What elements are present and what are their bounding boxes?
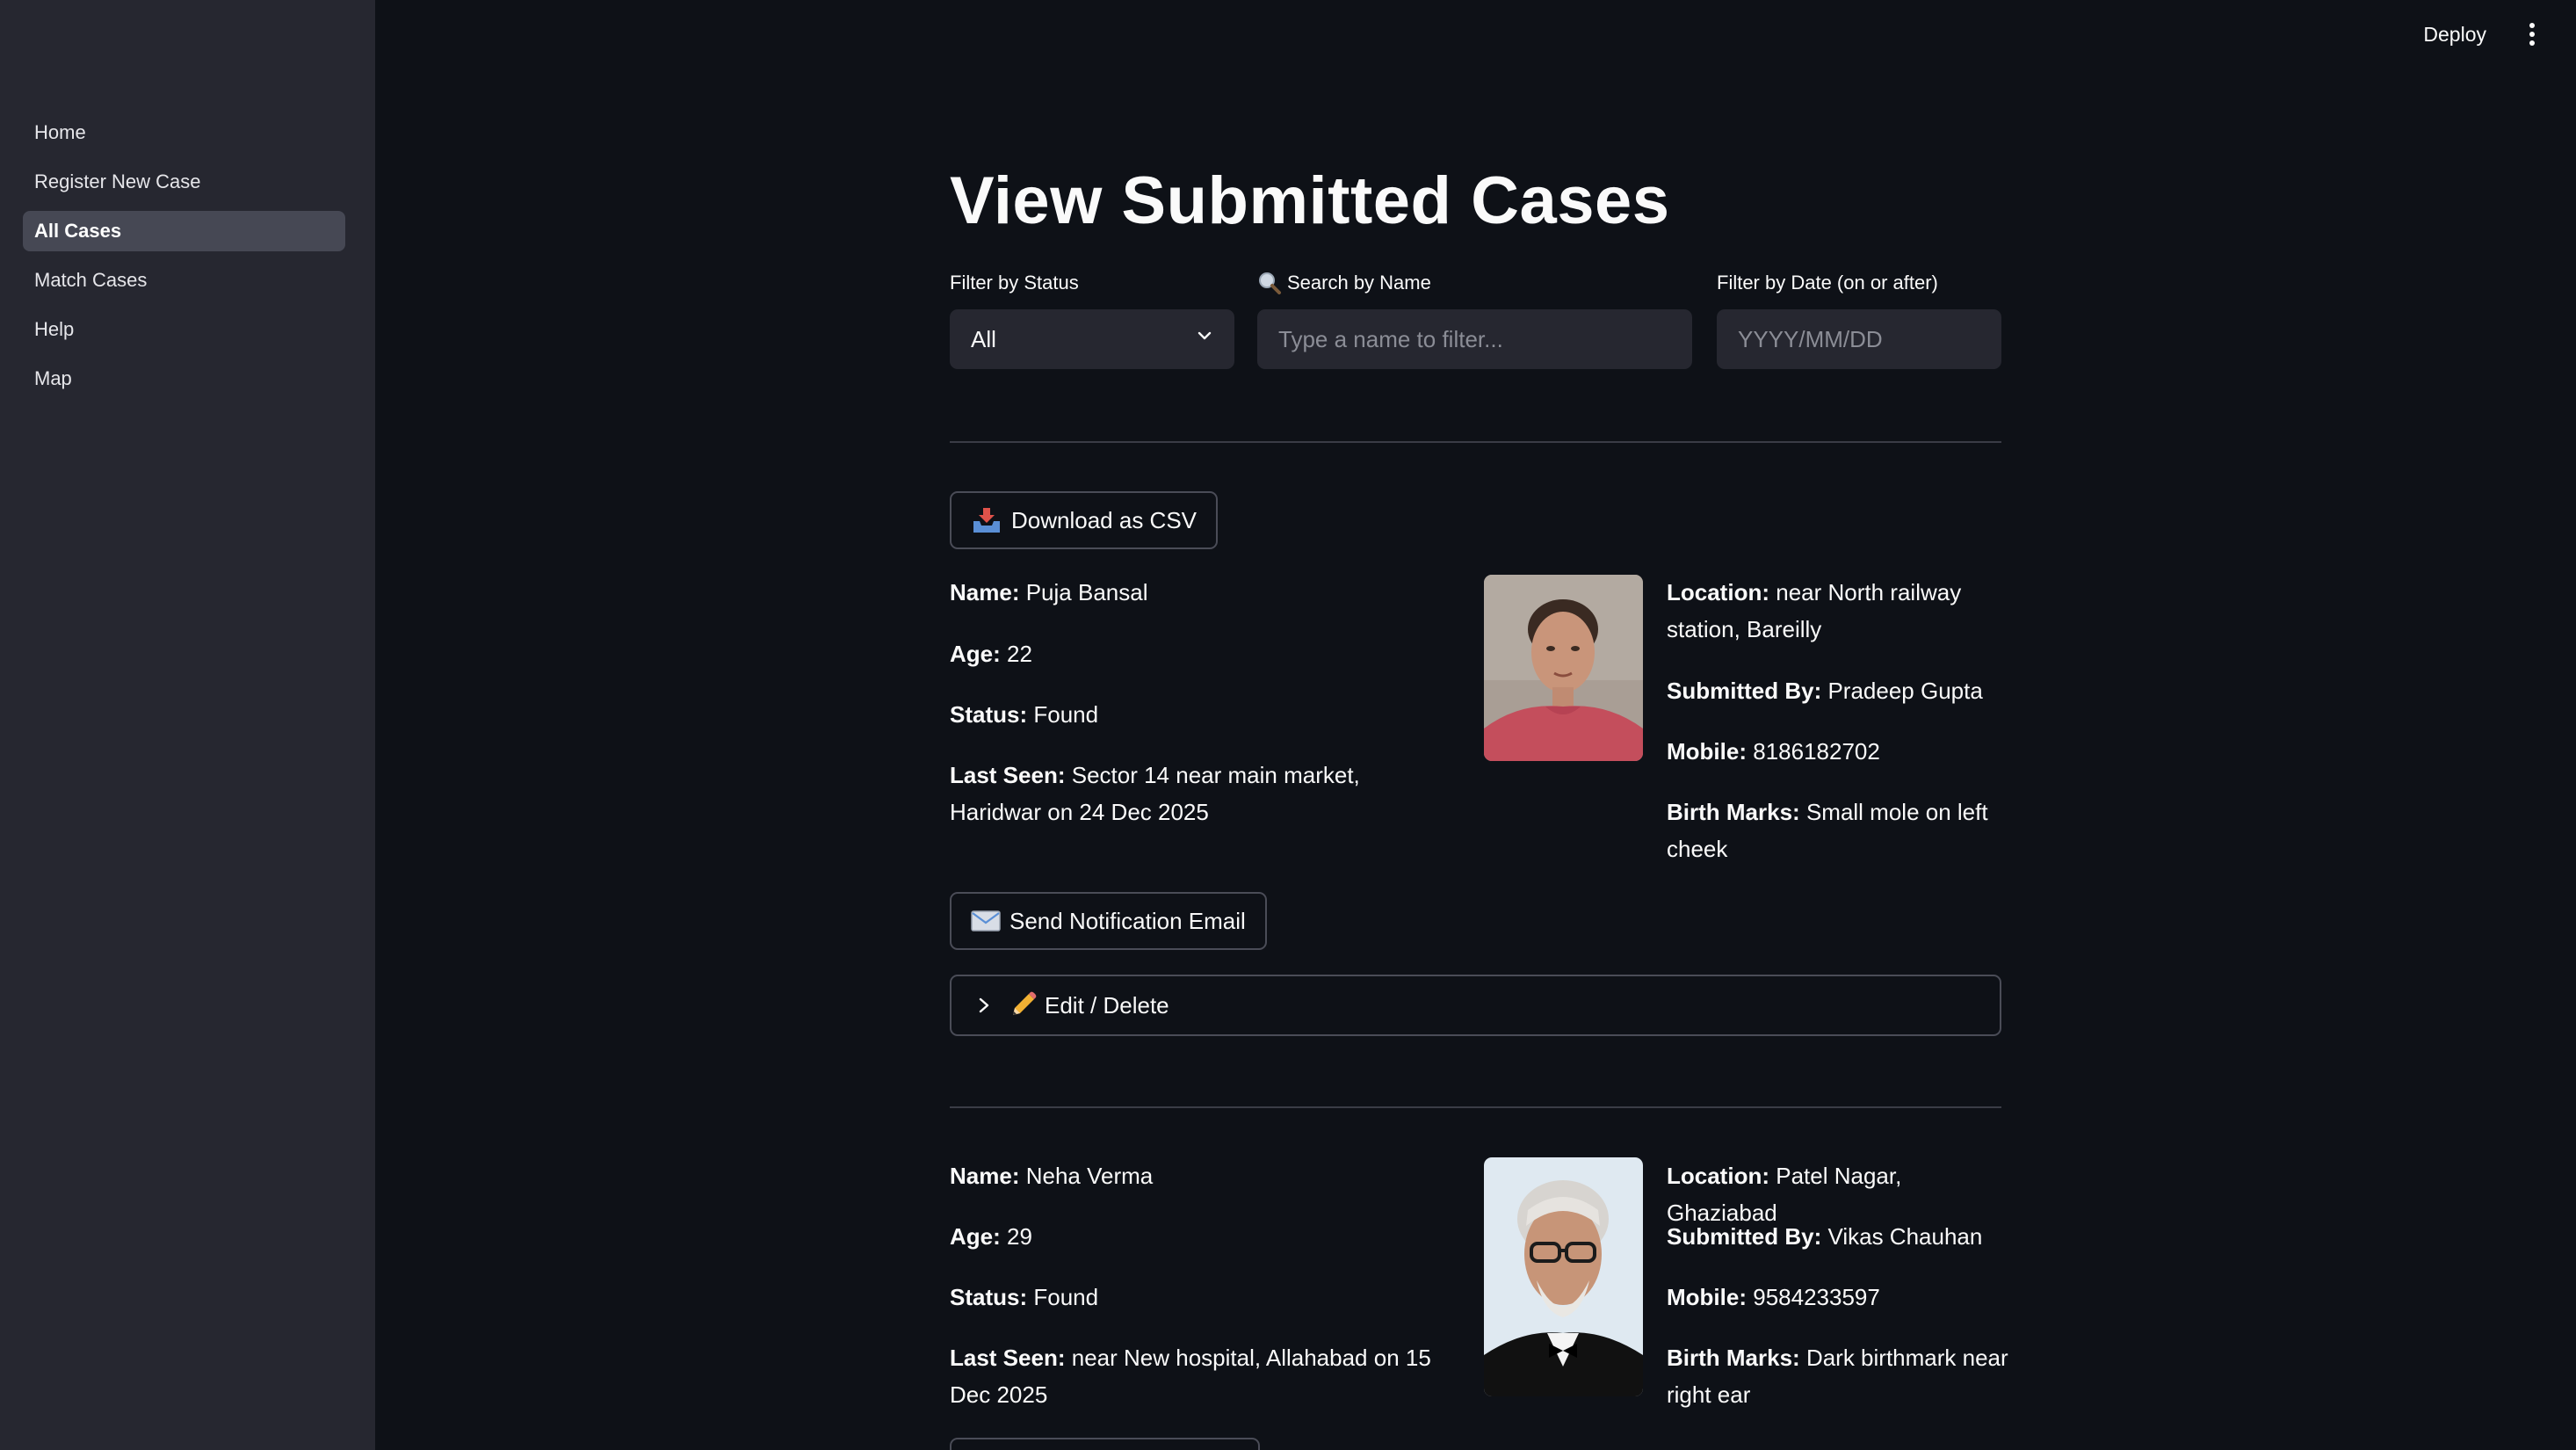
divider bbox=[950, 441, 2001, 443]
status-filter-label: Filter by Status bbox=[950, 272, 1079, 294]
edit-delete-expander[interactable]: Edit / Delete bbox=[950, 975, 2001, 1036]
page-title: View Submitted Cases bbox=[950, 163, 1670, 238]
chevron-right-icon bbox=[979, 997, 989, 1013]
case-age: Age: 29 bbox=[950, 1223, 1032, 1250]
case-name: Name: Puja Bansal bbox=[950, 579, 1148, 605]
case-submitted-by: Submitted By: Pradeep Gupta bbox=[1667, 678, 1983, 704]
sidebar-item-map[interactable]: Map bbox=[23, 359, 345, 399]
date-filter-input[interactable] bbox=[1738, 325, 1980, 353]
case-birth-marks: Birth Marks: Small mole on left cheek bbox=[1667, 799, 1988, 862]
sidebar-item-help[interactable]: Help bbox=[23, 309, 345, 350]
case-photo bbox=[1484, 575, 1643, 761]
case-location: Location: near North railway station, Ba… bbox=[1667, 579, 1962, 642]
case-mobile: Mobile: 8186182702 bbox=[1667, 738, 1880, 765]
download-csv-label: Download as CSV bbox=[1011, 506, 1197, 533]
case-name: Name: Neha Verma bbox=[950, 1163, 1154, 1189]
deploy-button[interactable]: Deploy bbox=[2423, 23, 2486, 47]
chevron-down-icon bbox=[1198, 331, 1212, 340]
send-notification-email-button[interactable] bbox=[950, 1438, 1260, 1450]
date-filter-label: Filter by Date (on or after) bbox=[1717, 272, 1938, 294]
pencil-icon bbox=[1013, 991, 1037, 1015]
download-csv-button[interactable]: Download as CSV bbox=[950, 491, 1218, 549]
top-toolbar: Deploy bbox=[2423, 21, 2541, 47]
edit-delete-label: Edit / Delete bbox=[1045, 991, 1169, 1019]
inbox-tray-icon bbox=[973, 508, 1000, 533]
name-filter-label-text: Search by Name bbox=[1287, 272, 1431, 294]
sidebar-item-home[interactable]: Home bbox=[23, 112, 345, 153]
envelope-icon bbox=[971, 910, 1001, 932]
case-last-seen: Last Seen: Sector 14 near main market, H… bbox=[950, 762, 1360, 825]
sidebar-item-all-cases[interactable]: All Cases bbox=[23, 211, 345, 251]
case-birth-marks: Birth Marks: Dark birthmark near right e… bbox=[1667, 1345, 2008, 1408]
sidebar: Home Register New Case All Cases Match C… bbox=[0, 0, 375, 1450]
status-select-value: All bbox=[971, 325, 996, 352]
name-search-input[interactable] bbox=[1278, 325, 1671, 353]
send-notification-email-button[interactable]: Send Notification Email bbox=[950, 892, 1267, 950]
case-status: Status: Found bbox=[950, 701, 1099, 728]
more-options-icon[interactable] bbox=[2523, 21, 2541, 47]
case-photo bbox=[1484, 1157, 1643, 1396]
case-mobile: Mobile: 9584233597 bbox=[1667, 1284, 1880, 1310]
name-search-field bbox=[1257, 309, 1692, 369]
case-submitted-by: Submitted By: Vikas Chauhan bbox=[1667, 1223, 1983, 1250]
date-filter-field bbox=[1717, 309, 2001, 369]
case-status: Status: Found bbox=[950, 1284, 1099, 1310]
magnifier-icon bbox=[1259, 272, 1281, 294]
sidebar-item-match-cases[interactable]: Match Cases bbox=[23, 260, 345, 301]
sidebar-item-register-new-case[interactable]: Register New Case bbox=[23, 162, 345, 202]
divider bbox=[950, 1106, 2001, 1108]
name-filter-label: Search by Name bbox=[1257, 272, 1431, 294]
status-select[interactable]: All bbox=[950, 309, 1234, 369]
case-last-seen: Last Seen: near New hospital, Allahabad … bbox=[950, 1345, 1431, 1408]
case-age: Age: 22 bbox=[950, 641, 1032, 667]
send-notification-email-label: Send Notification Email bbox=[1009, 907, 1246, 934]
